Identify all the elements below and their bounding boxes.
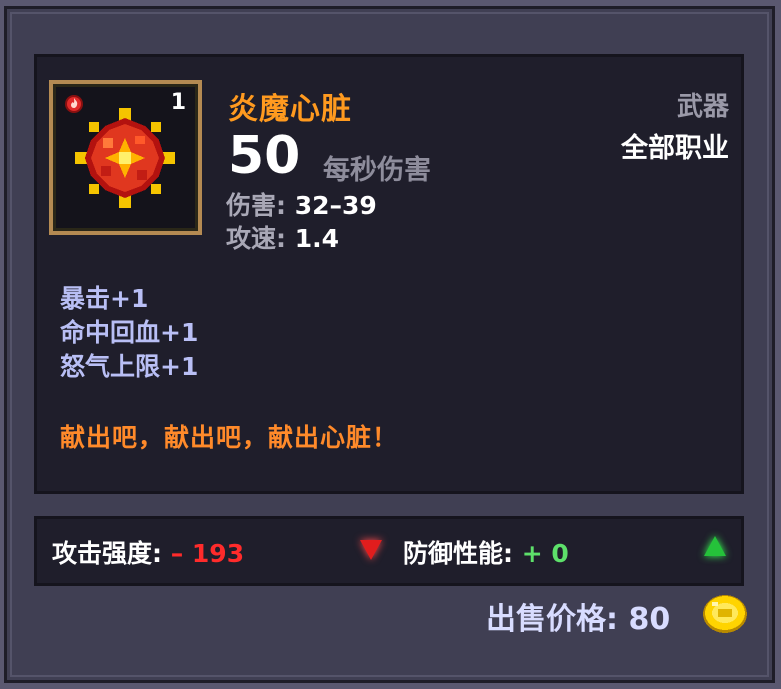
- gold-coin-icon: [703, 595, 747, 633]
- arrow-down-icon: [360, 540, 382, 560]
- sell-price-value: 80: [618, 602, 671, 637]
- sell-price-label: 出售价格:: [486, 602, 618, 637]
- bonus-item: 怒气上限+1: [60, 352, 199, 381]
- defense-comparison-label: 防御性能:: [403, 539, 513, 568]
- sell-price: 出售价格: 80: [486, 594, 670, 638]
- item-type: 武器: [676, 92, 729, 122]
- attack-comparison-value: – 193: [162, 539, 245, 568]
- damage-label: 伤害:: [226, 191, 286, 220]
- class-requirement: 全部职业: [621, 133, 729, 164]
- item-name: 炎魔心脏: [228, 92, 352, 127]
- bonus-item: 命中回血+1: [60, 318, 199, 347]
- attack-comparison: 攻击强度: – 193: [52, 534, 244, 570]
- dps-value: 50: [228, 126, 301, 186]
- attack-speed-stat: 攻速: 1.4: [226, 219, 339, 255]
- defense-comparison-value: + 0: [513, 539, 569, 568]
- flavor-text: 献出吧，献出吧，献出心脏！: [60, 423, 399, 452]
- attack-speed-label: 攻速:: [226, 224, 286, 253]
- bonus-list: 暴击+1 命中回血+1 怒气上限+1: [60, 282, 198, 384]
- damage-value: 32–39: [286, 191, 377, 220]
- damage-stat: 伤害: 32–39: [226, 186, 377, 222]
- arrow-up-icon: [704, 536, 726, 556]
- item-icon-slot[interactable]: 1: [49, 80, 202, 235]
- bonus-item: 暴击+1: [60, 284, 149, 313]
- defense-comparison: 防御性能: + 0: [403, 534, 569, 570]
- dps-label: 每秒伤害: [323, 155, 431, 186]
- fire-gem-icon: [75, 108, 175, 208]
- attack-speed-value: 1.4: [286, 224, 339, 253]
- attack-comparison-label: 攻击强度:: [52, 539, 162, 568]
